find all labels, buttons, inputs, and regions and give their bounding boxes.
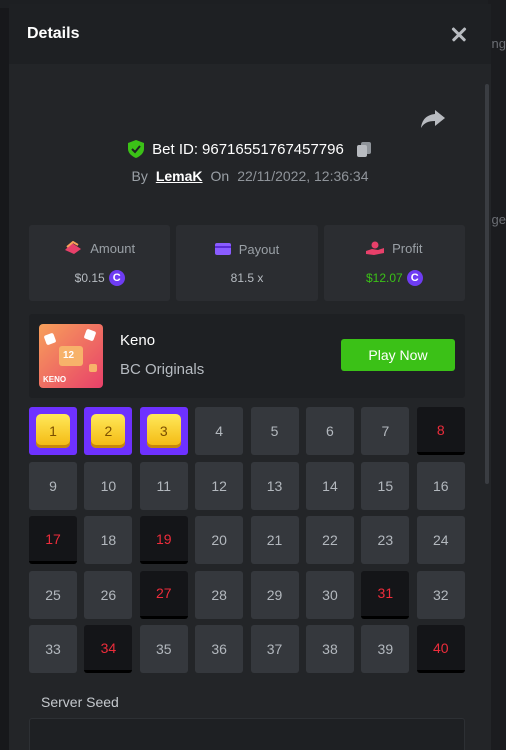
profit-value: $12.07 xyxy=(365,270,403,285)
coin-icon: C xyxy=(406,269,423,286)
keno-tile[interactable]: 36 xyxy=(195,625,244,673)
modal-header: Details xyxy=(9,4,491,64)
keno-tile[interactable]: 10 xyxy=(84,461,133,510)
bet-stats: Amount $0.15 C Payout 81.5 x Profit $12.… xyxy=(29,225,465,301)
keno-tile[interactable]: 33 xyxy=(29,625,77,673)
payout-value: 81.5 x xyxy=(230,270,264,285)
keno-tile[interactable]: 9 xyxy=(29,461,77,510)
keno-tile[interactable]: 20 xyxy=(195,516,244,564)
keno-tile-picked[interactable]: 3 xyxy=(139,407,188,455)
keno-tile-hit[interactable]: 31 xyxy=(361,570,410,619)
hand-coins-icon xyxy=(366,241,385,255)
profit-header: Profit xyxy=(366,241,422,256)
bet-id-label: Bet ID: xyxy=(152,140,199,158)
keno-tile[interactable]: 35 xyxy=(139,625,188,673)
keno-tile-picked[interactable]: 1 xyxy=(29,407,77,455)
keno-tile[interactable]: 6 xyxy=(305,407,354,455)
profit-value-row: $12.07 C xyxy=(365,269,423,286)
keno-tile[interactable]: 26 xyxy=(84,570,133,619)
coin-icon: C xyxy=(108,269,125,286)
keno-tile[interactable]: 32 xyxy=(416,570,465,619)
keno-tile[interactable]: 24 xyxy=(416,516,465,564)
amount-value-row: $0.15 C xyxy=(74,269,125,286)
keno-tile[interactable]: 29 xyxy=(250,570,299,619)
keno-tile[interactable]: 18 xyxy=(84,516,133,564)
game-provider: BC Originals xyxy=(120,361,205,378)
modal-title: Details xyxy=(27,25,80,42)
bet-id-value: 96716551767457796 xyxy=(202,140,344,158)
background-text: ng xyxy=(491,36,506,51)
gem-icon: 3 xyxy=(146,414,181,448)
keno-tile-hit[interactable]: 8 xyxy=(416,407,465,455)
keno-tile[interactable]: 22 xyxy=(305,516,354,564)
profit-label: Profit xyxy=(392,240,423,256)
bet-author-line: By LemaK On 22/11/2022, 12:36:34 xyxy=(9,168,491,184)
gem-icon: 1 xyxy=(36,414,70,448)
bet-id-line: Bet ID: 96716551767457796 xyxy=(9,140,491,158)
keno-grid: 1 2 3 4 5 6 7 8 9 10 11 12 13 14 15 16 17 18 19 20 21 22 23 24 2… xyxy=(29,407,465,673)
keno-tile[interactable]: 21 xyxy=(250,516,299,564)
keno-tile-hit[interactable]: 34 xyxy=(84,625,133,673)
gem-icon: 2 xyxy=(91,414,126,448)
keno-tile[interactable]: 15 xyxy=(361,461,410,510)
shield-check-icon xyxy=(128,140,145,158)
keno-tile[interactable]: 28 xyxy=(195,570,244,619)
server-seed-label: Server Seed xyxy=(41,694,119,710)
play-now-button[interactable]: Play Now xyxy=(341,339,455,371)
server-seed-field[interactable] xyxy=(29,718,465,750)
keno-tile[interactable]: 11 xyxy=(139,461,188,510)
keno-tile-hit[interactable]: 17 xyxy=(29,516,77,564)
on-label: On xyxy=(210,168,230,184)
keno-tile[interactable]: 13 xyxy=(250,461,299,510)
user-link[interactable]: LemaK xyxy=(156,168,203,184)
keno-tile[interactable]: 16 xyxy=(416,461,465,510)
bet-details-modal: Details Bet ID: 96716551767457796 By Lem… xyxy=(9,4,491,750)
wallet-icon xyxy=(214,243,231,255)
keno-thumbnail-label: KENO xyxy=(43,375,67,384)
by-label: By xyxy=(131,168,148,184)
close-icon[interactable] xyxy=(447,22,471,46)
copy-icon[interactable] xyxy=(356,141,372,157)
amount-value: $0.15 xyxy=(74,270,105,285)
payout-stat: Payout 81.5 x xyxy=(176,225,318,301)
keno-tile[interactable]: 14 xyxy=(305,461,354,510)
keno-tile[interactable]: 25 xyxy=(29,570,77,619)
amount-header: Amount xyxy=(64,241,135,256)
keno-tile[interactable]: 4 xyxy=(195,407,244,455)
payout-label: Payout xyxy=(238,241,280,257)
keno-tile-hit[interactable]: 19 xyxy=(139,516,188,564)
background-text: ge xyxy=(491,212,506,227)
keno-tile[interactable]: 5 xyxy=(250,407,299,455)
keno-tile-picked[interactable]: 2 xyxy=(84,407,133,455)
bet-date: 22/11/2022, 12:36:34 xyxy=(237,168,369,184)
share-icon[interactable] xyxy=(420,108,446,130)
amount-label: Amount xyxy=(90,240,136,256)
keno-tile[interactable]: 7 xyxy=(361,407,410,455)
keno-tile[interactable]: 12 xyxy=(195,461,244,510)
game-card: 12 KENO Keno BC Originals Play Now xyxy=(29,314,465,398)
money-icon xyxy=(65,241,82,254)
keno-tile[interactable]: 37 xyxy=(250,625,299,673)
keno-tile[interactable]: 23 xyxy=(361,516,410,564)
keno-tile[interactable]: 38 xyxy=(305,625,354,673)
keno-thumbnail-badge: 12 xyxy=(63,350,75,361)
keno-tile[interactable]: 39 xyxy=(361,625,410,673)
game-name: Keno xyxy=(120,332,156,349)
keno-thumbnail[interactable]: 12 KENO xyxy=(39,324,103,388)
keno-tile-hit[interactable]: 40 xyxy=(416,625,465,673)
keno-tile-hit[interactable]: 27 xyxy=(139,570,188,619)
payout-header: Payout xyxy=(214,241,280,257)
profit-stat: Profit $12.07 C xyxy=(323,225,465,301)
amount-stat: Amount $0.15 C xyxy=(29,225,171,301)
payout-value-row: 81.5 x xyxy=(231,271,264,285)
keno-tile[interactable]: 30 xyxy=(305,570,354,619)
